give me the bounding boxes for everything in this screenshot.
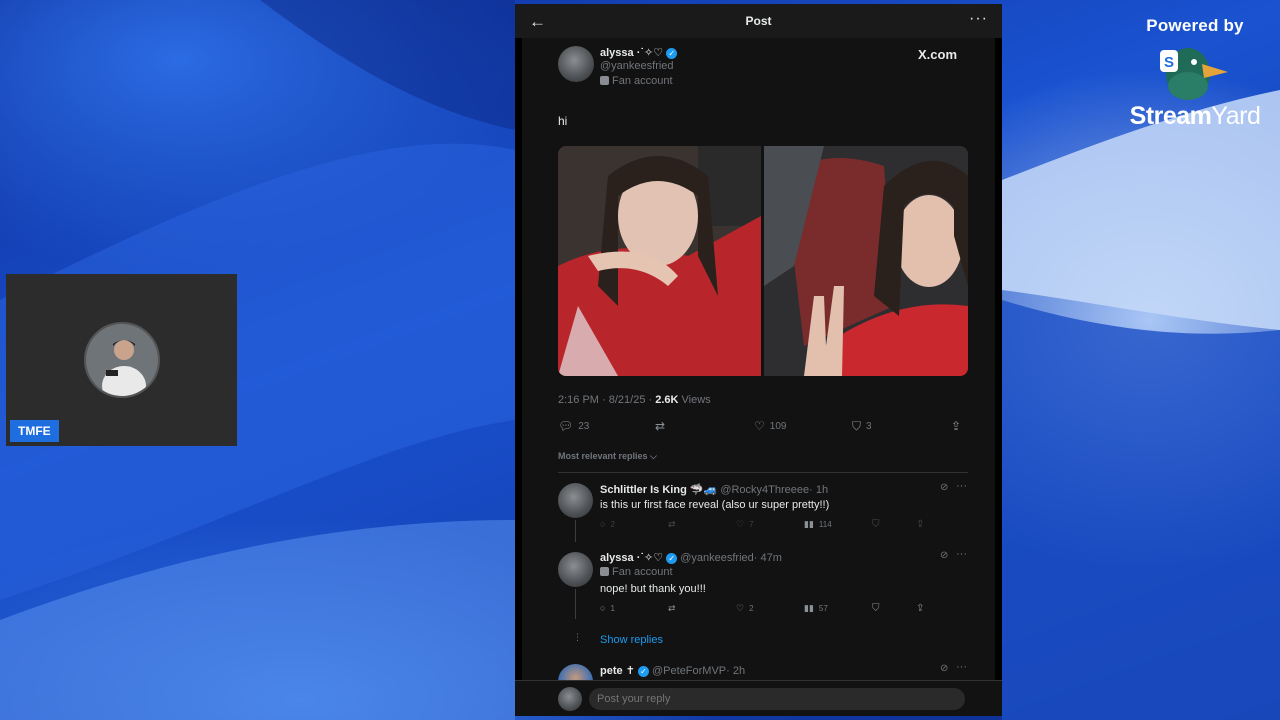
fan-account-icon <box>600 76 609 85</box>
reply-composer <box>515 680 1002 716</box>
repost-icon: ⇄ <box>668 519 676 529</box>
verified-icon: ✓ <box>666 553 678 564</box>
heart-icon: ♡ <box>736 519 745 529</box>
author-handle[interactable]: @yankeesfried <box>600 60 674 72</box>
share-icon: ⇪ <box>916 519 925 530</box>
share-button[interactable]: ⇪ <box>951 419 961 433</box>
post-content: alyssa ·˙✧♡ ✓ @yankeesfried Fan account … <box>522 38 995 699</box>
views-button[interactable]: ▮▮ 114 <box>804 519 832 530</box>
author-name[interactable]: alyssa ·˙✧♡ ✓ <box>600 46 678 59</box>
svg-text:S: S <box>1164 54 1174 71</box>
current-user-avatar <box>558 687 582 711</box>
more-horizontal-icon[interactable]: ··· <box>956 480 967 492</box>
views-button[interactable]: ▮▮ 57 <box>804 603 828 614</box>
share-button[interactable]: ⇪ <box>916 519 924 530</box>
bookmark-icon: ⛉ <box>872 603 880 614</box>
views-icon: ▮▮ <box>804 519 814 529</box>
post-panel: ← Post ··· alyssa ·˙✧♡ ✓ @yankeesfried F… <box>515 4 1002 716</box>
reply-avatar[interactable] <box>558 483 593 518</box>
thread-line <box>575 520 576 542</box>
bookmark-button[interactable]: ⛉ <box>872 519 880 530</box>
fan-account-icon <box>600 567 609 576</box>
grok-icon[interactable]: ⊘ <box>940 550 948 561</box>
reply-icon: ○ <box>600 519 606 529</box>
repost-button[interactable]: ⇄ <box>668 519 681 530</box>
share-button[interactable]: ⇪ <box>916 603 924 614</box>
bookmark-button[interactable]: ⛉ <box>872 603 880 614</box>
verified-icon: ✓ <box>637 666 649 677</box>
like-button[interactable]: ♡ 109 <box>754 419 786 433</box>
like-button[interactable]: ♡ 2 <box>736 603 754 614</box>
guest-name-tag: TMFE <box>10 420 59 442</box>
post-meta: 2:16 PM · 8/21/25 · 2.6K Views <box>558 394 711 406</box>
bookmark-icon: ⛉ <box>872 519 880 530</box>
more-horizontal-icon[interactable]: ··· <box>969 10 988 28</box>
fan-account-label: Fan account <box>600 566 673 578</box>
show-replies-link[interactable]: Show replies <box>600 634 663 646</box>
reply-text: nope! but thank you!!! <box>600 583 706 595</box>
guest-avatar <box>84 322 160 398</box>
views-icon: ▮▮ <box>804 603 814 613</box>
like-button[interactable]: ♡ 7 <box>736 519 754 530</box>
post-text: hi <box>558 114 568 128</box>
post-photo-1[interactable] <box>558 146 761 376</box>
streamyard-wordmark: StreamYard <box>1129 102 1261 130</box>
repost-button[interactable]: ⇄ <box>668 603 681 614</box>
repost-icon: ⇄ <box>655 419 666 433</box>
bookmark-button[interactable]: ⛉ 3 <box>852 419 872 434</box>
share-icon: ⇪ <box>916 603 925 614</box>
heart-icon: ♡ <box>754 419 765 433</box>
fan-account-label: Fan account <box>600 75 673 87</box>
post-photo-2[interactable] <box>764 146 968 376</box>
reply-input[interactable] <box>589 688 965 710</box>
grok-icon[interactable]: ⊘ <box>940 482 948 493</box>
reply-icon: ○ <box>600 603 606 613</box>
share-icon: ⇪ <box>951 419 962 433</box>
post-header-title: Post <box>745 14 772 28</box>
more-horizontal-icon[interactable]: ··· <box>956 661 967 673</box>
grok-icon[interactable]: ⊘ <box>940 663 948 674</box>
thread-line <box>575 589 576 619</box>
reply-button[interactable]: ○ 2 <box>600 519 615 529</box>
powered-by-label: Powered by <box>1146 16 1244 35</box>
sort-replies-toggle[interactable]: Most relevant replies ⌵ <box>558 451 657 462</box>
heart-icon: ♡ <box>736 603 745 613</box>
streamyard-branding: Powered by S StreamYard <box>1120 16 1270 131</box>
reply-avatar[interactable] <box>558 552 593 587</box>
guest-video-tile[interactable]: TMFE <box>6 274 237 446</box>
reply-icon: 💬︎ <box>558 419 574 433</box>
author-avatar[interactable] <box>558 46 594 82</box>
streamyard-duck-icon: S <box>1160 48 1228 100</box>
reply-header: Schlittler Is King 🦈🚙 @Rocky4Threeee· 1h <box>600 484 829 496</box>
reply-button[interactable]: 💬︎ 23 <box>558 419 589 433</box>
post-header: ← Post ··· <box>515 4 1002 38</box>
bookmark-icon: ⛉ <box>852 419 862 433</box>
repost-icon: ⇄ <box>668 603 676 613</box>
verified-icon: ✓ <box>666 48 678 59</box>
reply-header: alyssa ·˙✧♡ ✓ @yankeesfried· 47m <box>600 552 782 564</box>
more-horizontal-icon[interactable]: ··· <box>956 548 967 560</box>
divider <box>558 472 968 473</box>
reply-header: pete ✝ ✓ @PeteForMVP· 2h <box>600 665 746 677</box>
reply-text: is this ur first face reveal (also ur su… <box>600 499 830 511</box>
repost-button[interactable]: ⇄ <box>655 419 670 433</box>
reply-button[interactable]: ○ 1 <box>600 603 615 613</box>
thread-dots: ⋮ <box>573 632 582 642</box>
source-label: X.com <box>918 47 958 62</box>
